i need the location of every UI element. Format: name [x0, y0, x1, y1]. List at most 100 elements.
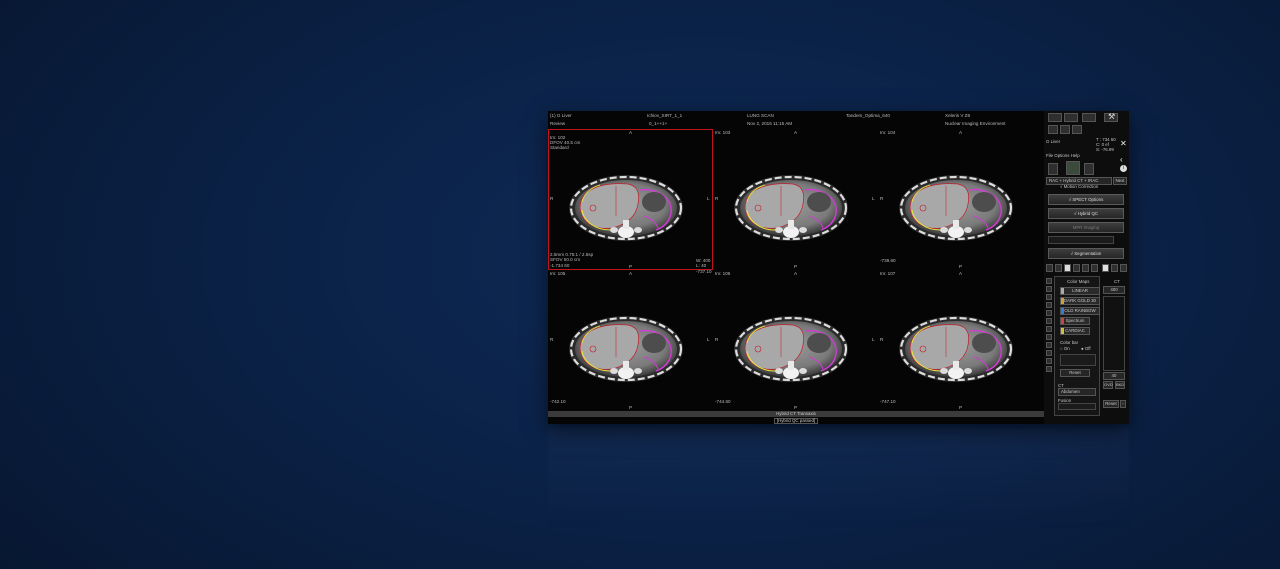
ct-slice-image — [567, 173, 685, 242]
orient-bottom: P — [629, 405, 633, 410]
colormap-swatch — [1061, 288, 1064, 294]
color-bar-on-label: On — [1063, 346, 1070, 351]
next-button[interactable]: Next — [1113, 177, 1127, 185]
tool-icon[interactable] — [1046, 350, 1052, 356]
orient-top: A — [629, 130, 633, 135]
medical-viewer-screen: (1) G Liver Ichiov_SIRT_1_1 0_1++1+ LUNG… — [548, 111, 1129, 424]
image-number: Im: 107 — [880, 271, 896, 276]
colormap-label: Spectrum — [1065, 318, 1085, 323]
image-cell[interactable]: Im: 106 A R L P -744.60 — [713, 270, 878, 411]
organ-icon[interactable] — [1060, 125, 1070, 134]
colormap-label: OLD RAINBOW — [1064, 308, 1096, 313]
image-cell[interactable]: Im: 102 DFOV 40.5 cm Standard A R L P 2.… — [548, 129, 713, 274]
colormap-linear[interactable]: LINEAR — [1060, 287, 1100, 295]
image-cell[interactable]: Im: 103 A R L P — [713, 129, 878, 270]
hybrid-qc-button[interactable]: √ Hybrid QC — [1048, 208, 1124, 219]
color-bar-on-radio[interactable]: ○ On — [1060, 346, 1070, 351]
layout-toggle-icon[interactable] — [1111, 264, 1118, 272]
tool-icon[interactable] — [1046, 302, 1052, 308]
tool-icon[interactable] — [1046, 286, 1052, 292]
window-value[interactable]: 400 — [1103, 286, 1125, 294]
layout-icon[interactable] — [1048, 125, 1058, 134]
ct-slice-image — [732, 314, 850, 383]
colormap-dark-gold[interactable]: DARK GOLD 30 — [1060, 297, 1100, 305]
color-preview — [1060, 354, 1096, 366]
orient-right: L — [707, 337, 710, 342]
color-bar-off-radio[interactable]: ● Off — [1081, 346, 1091, 351]
ct-slice-image — [567, 314, 685, 383]
stack-icon[interactable] — [1082, 264, 1089, 272]
view-label: Hybrid CT Transaxis — [548, 411, 1044, 417]
image-cell[interactable]: Im: 105 A R L P -742.10 — [548, 270, 713, 411]
exam-date: Nov 2, 2016 11:15 AM — [747, 121, 793, 126]
colormap-spectrum[interactable]: Spectrum — [1060, 317, 1090, 325]
reset-colormap-button[interactable]: Reset — [1060, 369, 1090, 377]
status-bar: Hybrid CT Transaxis [Hybrid QC passed] — [548, 411, 1044, 424]
colormap-label: DARK GOLD 30 — [1064, 298, 1096, 303]
measure-icon[interactable] — [1091, 264, 1098, 272]
reset-window-button[interactable]: Reset — [1103, 400, 1119, 408]
orient-bottom: P — [959, 405, 963, 410]
pointer-icon[interactable] — [1046, 264, 1053, 272]
orient-left: R — [715, 196, 719, 201]
colormap-swatch — [1061, 308, 1064, 314]
colormap-cardiac[interactable]: CARDIAC — [1060, 327, 1090, 335]
slice-position: -742.10 — [550, 399, 566, 404]
bkd-button[interactable]: BKD — [1115, 381, 1125, 389]
motion-correction-label[interactable]: √ Motion Correction — [1060, 184, 1098, 189]
orient-bottom: P — [794, 264, 798, 269]
tool-icon[interactable] — [1046, 278, 1052, 284]
colormap-old-rainbow[interactable]: OLD RAINBOW — [1060, 307, 1100, 315]
software-label: Xeleris V Z8 — [945, 113, 971, 118]
scan-params: 2.5mm 0.75:1 / 2.5sp SFOV 50.0 cm -1.734… — [550, 252, 594, 268]
slice-position: -747.10 — [880, 399, 896, 404]
tool-icon[interactable] — [1046, 326, 1052, 332]
workflow-icon[interactable] — [1048, 163, 1058, 175]
image-grid[interactable]: Im: 102 DFOV 40.5 cm Standard A R L P 2.… — [548, 129, 1044, 411]
menu-bar[interactable]: File Options Help — [1046, 153, 1080, 158]
tool-icon[interactable] — [1046, 342, 1052, 348]
tool-icon[interactable] — [1046, 358, 1052, 364]
study-label: G Liver — [1046, 139, 1061, 144]
layout-toggle-icon[interactable] — [1120, 264, 1127, 272]
image-cell[interactable]: Im: 104 A R P -739.60 — [878, 129, 1043, 270]
color-maps-panel: Color Maps LINEAR DARK GOLD 30 OLD RAINB… — [1054, 276, 1100, 416]
orient-top: A — [629, 271, 633, 276]
colormap-label: CARDIAC — [1065, 328, 1085, 333]
tool-icon[interactable] — [1046, 318, 1052, 324]
organ-icon[interactable] — [1072, 125, 1082, 134]
ovd-button[interactable]: OVD — [1103, 381, 1113, 389]
orient-bottom: P — [629, 264, 633, 269]
tools-icon[interactable]: ⚒ — [1104, 112, 1118, 122]
ct-slice-image — [897, 314, 1015, 383]
fusion-slider[interactable] — [1058, 403, 1096, 410]
zoom-icon[interactable] — [1055, 264, 1062, 272]
select-icon[interactable] — [1064, 264, 1071, 272]
window-level-scale[interactable] — [1103, 296, 1125, 371]
series-id: Ichiov_SIRT_1_1 — [647, 113, 683, 118]
organ-icon[interactable] — [1064, 113, 1078, 122]
info-icon[interactable]: i — [1120, 165, 1127, 172]
pan-icon[interactable] — [1073, 264, 1080, 272]
slice-position: -744.60 — [715, 399, 731, 404]
tool-icon[interactable] — [1046, 334, 1052, 340]
tool-icon[interactable] — [1046, 366, 1052, 372]
close-icon[interactable]: ✕ — [1120, 139, 1127, 148]
tool-icon[interactable] — [1046, 310, 1052, 316]
mpr-imaging-button[interactable]: MPR Imaging — [1048, 222, 1124, 233]
layout-icon[interactable] — [1048, 113, 1062, 122]
chevron-left-icon[interactable]: ‹ — [1120, 155, 1123, 164]
image-cell[interactable]: Im: 107 A R P -747.10 — [878, 270, 1043, 411]
layout-toggle-icon[interactable] — [1102, 264, 1109, 272]
orient-top: A — [959, 130, 963, 135]
tool-icon[interactable] — [1046, 294, 1052, 300]
reset-dropdown[interactable]: › — [1120, 400, 1126, 408]
ct-preset-select[interactable]: Abdomen — [1058, 388, 1096, 396]
workflow-icon[interactable] — [1084, 163, 1094, 175]
workflow-icon[interactable] — [1066, 161, 1080, 175]
orient-bottom: P — [794, 405, 798, 410]
spect-options-button[interactable]: √ SPECT Options — [1048, 194, 1124, 205]
level-value[interactable]: 40 — [1103, 372, 1125, 380]
segmentation-button[interactable]: √ Segmentation — [1048, 248, 1124, 259]
organ-icon[interactable] — [1082, 113, 1096, 122]
